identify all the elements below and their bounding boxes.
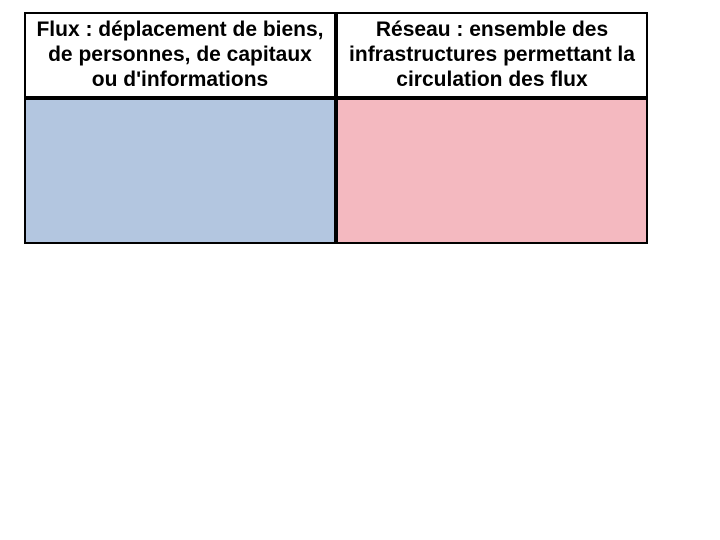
cell-header-reseau: Réseau : ensemble des infrastructures pe… [336,12,648,98]
cell-header-reseau-text: Réseau : ensemble des infrastructures pe… [346,18,638,92]
diagram-stage: Flux : déplacement de biens, de personne… [0,0,720,540]
cell-body-left [24,98,336,244]
cell-header-flux-text: Flux : déplacement de biens, de personne… [34,18,326,92]
cell-body-right [336,98,648,244]
cell-header-flux: Flux : déplacement de biens, de personne… [24,12,336,98]
